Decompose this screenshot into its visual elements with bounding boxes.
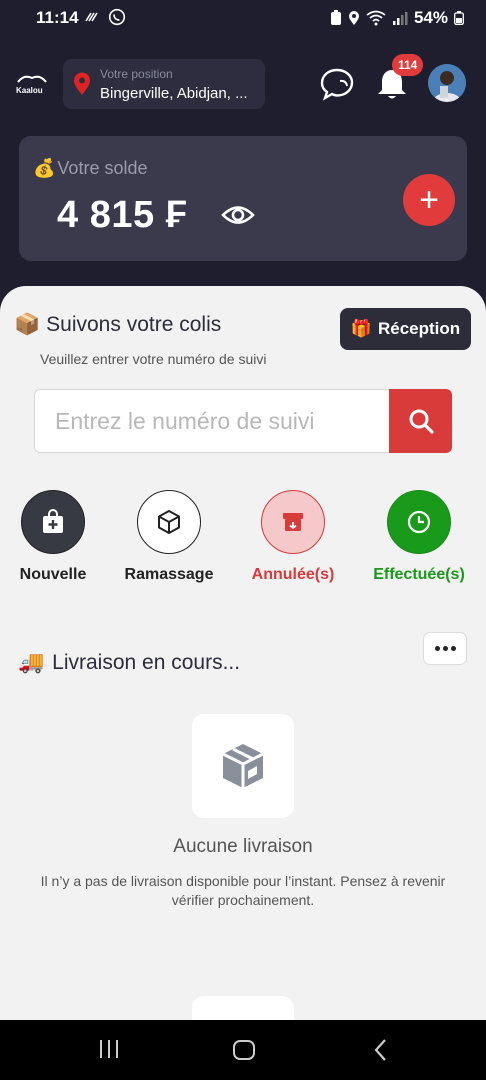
empty-state-description: Il n’y a pas de livraison disponible pou…	[40, 873, 446, 908]
location-status-icon	[348, 11, 359, 25]
money-bag-icon: 💰	[33, 158, 56, 178]
tracking-subtitle: Veuillez entrer votre numéro de suivi	[40, 351, 267, 367]
avatar[interactable]	[428, 64, 466, 102]
deliveries-title: Livraison en cours...	[52, 651, 241, 674]
map-pin-icon	[74, 72, 90, 95]
plus-icon: +	[419, 180, 439, 219]
signal-icon	[392, 12, 408, 25]
location-value: Bingerville, Abidjan, ...	[100, 85, 248, 102]
app-logo[interactable]: Kaalou	[14, 72, 50, 96]
more-options-button[interactable]	[423, 632, 467, 665]
category-cancelled[interactable]: Annulée(s)	[238, 490, 348, 584]
bag-plus-icon	[43, 509, 63, 533]
battery-icon	[454, 11, 464, 25]
status-time: 11:14	[36, 8, 79, 27]
whatsapp-icon	[108, 8, 126, 26]
missed-call-icon	[85, 12, 98, 22]
search-icon	[409, 409, 434, 434]
category-cancelled-label: Annulée(s)	[251, 566, 335, 583]
empty-state-title: Aucune livraison	[173, 836, 313, 857]
notification-badge: 114	[392, 54, 424, 76]
category-new-label: Nouvelle	[19, 566, 87, 583]
balance-amount: 4 815 ₣	[57, 194, 188, 236]
recent-apps-icon[interactable]	[98, 1038, 120, 1060]
header-area: 11:14 54% Kaalou Votre position Bingervi…	[0, 0, 486, 320]
eye-icon[interactable]	[221, 202, 255, 228]
add-funds-button[interactable]: +	[403, 174, 455, 226]
category-done[interactable]: Effectuée(s)	[364, 490, 474, 584]
status-bar: 11:14 54%	[0, 0, 486, 36]
tracking-number-input[interactable]	[34, 389, 390, 453]
empty-box-icon	[222, 744, 264, 788]
category-pickup-label: Ramassage	[124, 566, 214, 583]
reception-button[interactable]: 🎁 Réception	[340, 308, 471, 350]
more-dots-icon	[434, 646, 440, 651]
battery-saver-icon	[330, 10, 341, 25]
archive-icon	[283, 513, 303, 531]
balance-label: Votre solde	[57, 158, 148, 178]
empty-state-illustration	[192, 714, 294, 818]
tracking-title: Suivons votre colis	[46, 313, 222, 336]
truck-icon: 🚚	[18, 651, 45, 674]
system-nav-bar	[0, 1020, 486, 1080]
category-new[interactable]: Nouvelle	[0, 490, 108, 584]
clock-icon	[407, 510, 431, 534]
delivery-categories: Nouvelle Ramassage Annulée(s) Effectuée(…	[0, 490, 486, 590]
svg-text:Kaalou: Kaalou	[16, 86, 43, 95]
main-sheet: 📦 Suivons votre colis 🎁 Réception Veuill…	[0, 286, 486, 1036]
category-pickup[interactable]: Ramassage	[114, 490, 224, 584]
search-button[interactable]	[389, 389, 452, 453]
location-selector[interactable]: Votre position Bingerville, Abidjan, ...	[63, 59, 265, 109]
location-label: Votre position	[100, 67, 173, 81]
battery-level: 54%	[413, 8, 448, 27]
wifi-icon	[366, 10, 386, 26]
tracking-search	[34, 389, 452, 453]
box-icon	[158, 510, 180, 534]
reception-label: Réception	[377, 319, 461, 338]
balance-card: 💰 Votre solde 4 815 ₣ +	[19, 136, 467, 261]
chat-icon[interactable]	[319, 66, 355, 102]
back-icon[interactable]	[372, 1038, 390, 1062]
package-icon: 📦	[14, 313, 41, 336]
gift-icon: 🎁	[350, 319, 372, 338]
home-icon[interactable]	[232, 1038, 256, 1062]
category-done-label: Effectuée(s)	[373, 566, 465, 583]
